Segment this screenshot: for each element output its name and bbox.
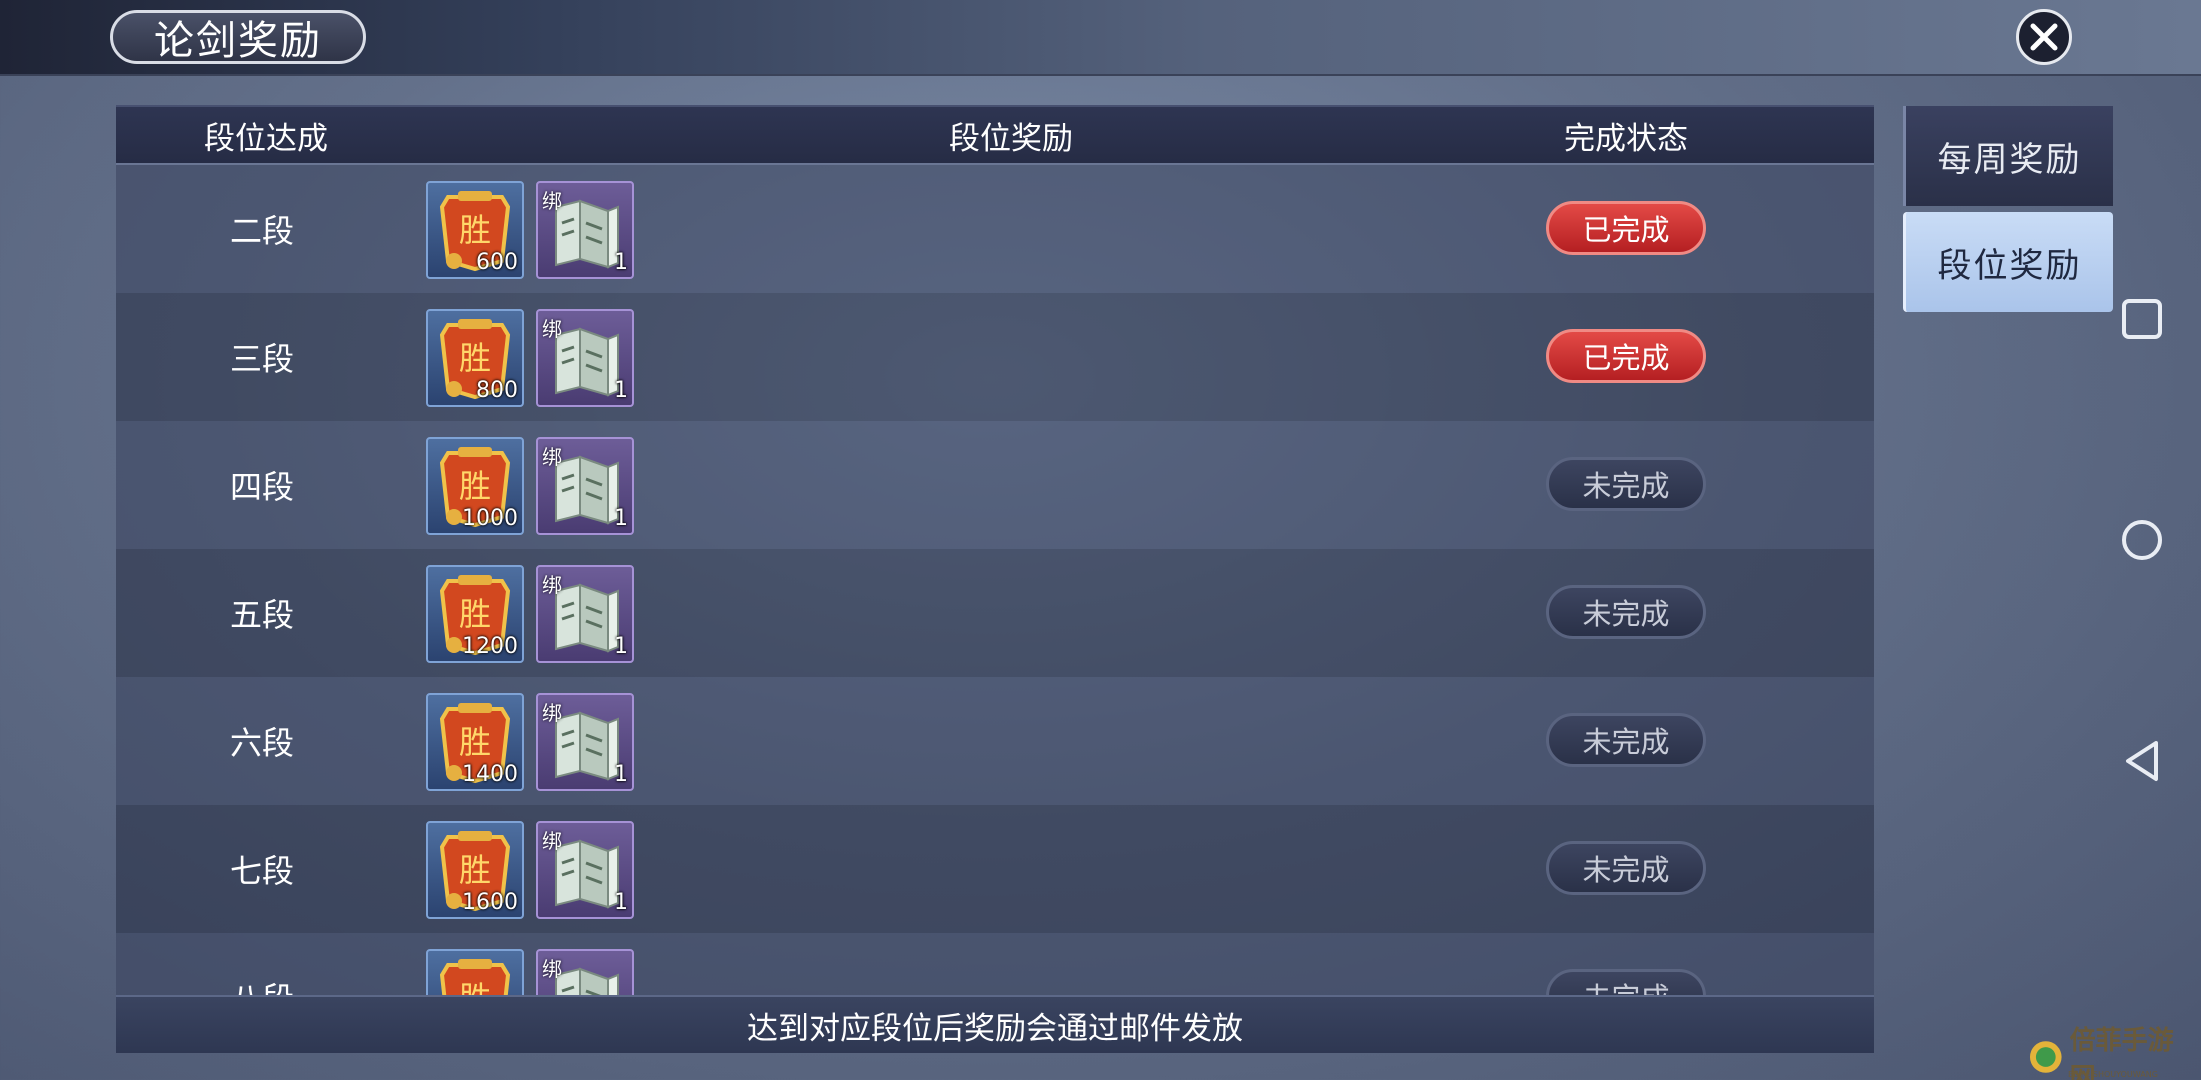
scroll-item[interactable]: 绑1: [536, 437, 634, 535]
status-badge-completed: 已完成: [1546, 329, 1706, 383]
token-glyph: 胜: [459, 851, 491, 889]
victory-token-item[interactable]: 胜 1200: [426, 565, 524, 663]
page-title: 论剑奖励: [110, 10, 366, 64]
rank-label: 六段: [229, 724, 294, 762]
table-row: 五段胜 1200 绑 1 未完成: [116, 549, 1874, 677]
table-row: 二段胜 600 绑 1 已完成: [116, 165, 1874, 293]
reward-list[interactable]: 二段胜 600 绑 1 已完成 三段胜 800 绑 1 已完成 四段胜 1000 绑 1 未完成 五段胜 120…: [116, 165, 1874, 1001]
victory-token-item[interactable]: 胜 1600: [426, 821, 524, 919]
circle-icon: [2122, 520, 2162, 560]
item-quantity: 800: [476, 378, 518, 403]
table-row: 八段胜绑未完成: [116, 933, 1874, 1001]
item-quantity: 1: [614, 762, 628, 787]
column-header-rank: 段位达成: [204, 120, 328, 157]
table-row: 三段胜 800 绑 1 已完成: [116, 293, 1874, 421]
rank-label: 七段: [229, 852, 294, 890]
status-badge-incomplete: 未完成: [1546, 713, 1706, 767]
footer-note-text: 达到对应段位后奖励会通过邮件发放: [747, 1010, 1243, 1047]
close-icon: [2030, 23, 2058, 51]
tab-rank-reward[interactable]: 段位奖励: [1903, 212, 2113, 312]
rank-label: 三段: [229, 340, 294, 378]
bound-tag: 绑: [542, 189, 562, 213]
bound-tag: 绑: [542, 957, 562, 981]
tab-weekly-reward[interactable]: 每周奖励: [1903, 106, 2113, 206]
item-quantity: 600: [476, 250, 518, 275]
status-badge-incomplete: 未完成: [1546, 457, 1706, 511]
item-quantity: 1: [614, 634, 628, 659]
column-header-reward: 段位奖励: [949, 120, 1073, 157]
token-glyph: 胜: [459, 595, 491, 633]
token-glyph: 胜: [459, 211, 491, 249]
bound-tag: 绑: [542, 701, 562, 725]
back-triangle-icon: [2126, 741, 2158, 781]
scroll-item[interactable]: 绑: [536, 949, 634, 1001]
table-header: 段位达成 段位奖励 完成状态: [116, 105, 1874, 165]
victory-token-item[interactable]: 胜: [426, 949, 524, 1001]
victory-token-item[interactable]: 胜 1000: [426, 437, 524, 535]
bound-tag: 绑: [542, 317, 562, 341]
square-icon: [2122, 299, 2162, 339]
rank-label: 二段: [229, 212, 294, 250]
item-quantity: 1400: [462, 762, 518, 787]
item-quantity: 1: [614, 890, 628, 915]
scroll-item[interactable]: 绑1: [536, 309, 634, 407]
rank-label: 四段: [229, 468, 294, 506]
watermark-subtext: BEIFEISHOUYOUWANG: [2068, 1070, 2158, 1079]
recent-apps-button[interactable]: [2120, 297, 2164, 341]
status-badge-incomplete: 未完成: [1546, 841, 1706, 895]
home-button[interactable]: [2120, 518, 2164, 562]
bound-tag: 绑: [542, 829, 562, 853]
bound-tag: 绑: [542, 573, 562, 597]
scroll-item[interactable]: 绑1: [536, 693, 634, 791]
rank-reward-panel: 段位达成 段位奖励 完成状态 二段胜 600 绑 1 已完成 三段胜 800 绑 1 已完成 四段胜…: [116, 105, 1874, 1053]
item-quantity: 1: [614, 506, 628, 531]
item-quantity: 1600: [462, 890, 518, 915]
scroll-item[interactable]: 绑1: [536, 181, 634, 279]
scroll-item[interactable]: 绑1: [536, 821, 634, 919]
back-button[interactable]: [2120, 739, 2164, 783]
tab-label: 每周奖励: [1937, 139, 2082, 180]
page-title-text: 论剑奖励: [154, 18, 322, 64]
victory-token-icon: 胜: [439, 959, 511, 1001]
watermark: 倍菲手游网 BEIFEISHOUYOUWANG: [2028, 1026, 2198, 1080]
watermark-logo-icon: [2029, 1041, 2062, 1073]
status-badge-incomplete: 未完成: [1546, 585, 1706, 639]
table-row: 六段胜 1400 绑 1 未完成: [116, 677, 1874, 805]
token-glyph: 胜: [459, 723, 491, 761]
item-quantity: 1: [614, 250, 628, 275]
token-glyph: 胜: [459, 467, 491, 505]
item-quantity: 1: [614, 378, 628, 403]
scroll-item[interactable]: 绑1: [536, 565, 634, 663]
top-bar: 论剑奖励: [0, 0, 2201, 76]
footer-note: 达到对应段位后奖励会通过邮件发放: [116, 995, 1874, 1053]
table-row: 四段胜 1000 绑 1 未完成: [116, 421, 1874, 549]
bound-tag: 绑: [542, 445, 562, 469]
tab-label: 段位奖励: [1937, 245, 2082, 286]
table-row: 七段胜 1600 绑 1 未完成: [116, 805, 1874, 933]
rank-label: 五段: [229, 596, 294, 634]
item-quantity: 1000: [462, 506, 518, 531]
victory-token-item[interactable]: 胜 800: [426, 309, 524, 407]
victory-token-item[interactable]: 胜 600: [426, 181, 524, 279]
rank-label: 八段: [229, 980, 294, 1001]
close-button[interactable]: [2016, 9, 2072, 65]
victory-token-item[interactable]: 胜 1400: [426, 693, 524, 791]
token-glyph: 胜: [459, 339, 491, 377]
column-header-status: 完成状态: [1564, 120, 1688, 157]
status-badge-completed: 已完成: [1546, 201, 1706, 255]
item-quantity: 1200: [462, 634, 518, 659]
